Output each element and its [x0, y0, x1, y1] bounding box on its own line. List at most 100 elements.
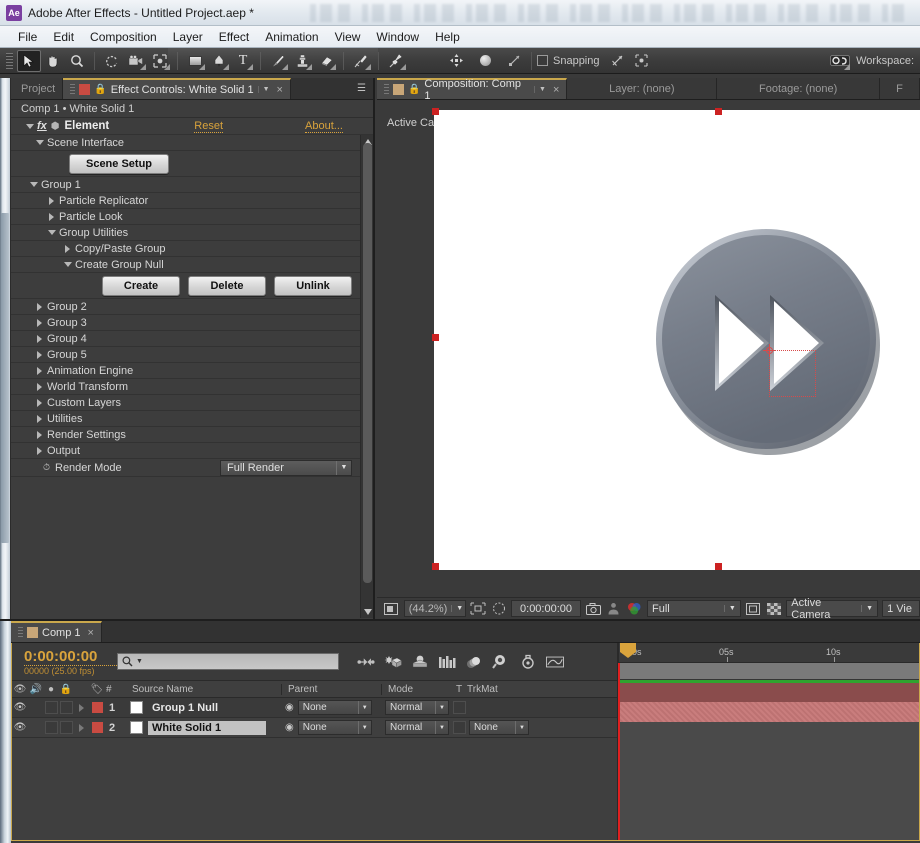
close-icon[interactable]: × [88, 627, 94, 639]
toolbar-grip[interactable] [6, 52, 13, 69]
puppet-pin-tool-icon[interactable] [384, 50, 408, 72]
tab-flowchart[interactable]: F [880, 78, 920, 99]
menu-view[interactable]: View [327, 28, 369, 46]
twirl-right-icon[interactable] [35, 366, 44, 375]
section-particle-look[interactable]: Particle Look [11, 209, 373, 225]
effect-header-element[interactable]: fx ⬢ Element Reset About... [11, 118, 373, 135]
graph-editor-curves-icon[interactable] [492, 653, 510, 671]
section-group-1[interactable]: Group 1 [11, 177, 373, 193]
camera-tool-icon[interactable] [124, 50, 148, 72]
show-snapshot-icon[interactable] [606, 601, 623, 617]
render-mode-dropdown[interactable]: Full Render ▼ [220, 459, 352, 476]
twirl-right-icon[interactable] [35, 382, 44, 391]
blend-mode-dropdown[interactable]: Normal ▼ [385, 720, 449, 735]
local-axis-icon[interactable] [502, 50, 526, 72]
tab-layer[interactable]: Layer: (none) [567, 78, 718, 99]
about-link[interactable]: About... [305, 120, 343, 133]
layer-video-toggle-icon[interactable]: 👁 [12, 702, 28, 713]
tab-timeline-comp1[interactable]: Comp 1 × [11, 621, 102, 642]
twirl-right-icon[interactable] [47, 196, 56, 205]
twirl-right-icon[interactable] [35, 334, 44, 343]
track-matte-dropdown[interactable]: None ▼ [469, 720, 529, 735]
chevron-down-icon[interactable]: ▼ [136, 658, 143, 665]
selection-handle-middle-left[interactable] [432, 334, 439, 341]
menu-window[interactable]: Window [368, 28, 427, 46]
lock-icon[interactable]: 🔒 [408, 84, 420, 95]
selection-handle-top-left[interactable] [432, 108, 439, 115]
hide-shy-layers-icon[interactable] [411, 653, 429, 671]
timeline-ruler[interactable]: 0s 05s 10s [618, 643, 919, 679]
snap-arrow-icon[interactable] [606, 50, 630, 72]
anchor-point-icon[interactable] [763, 344, 776, 357]
section-animation-engine[interactable]: Animation Engine [11, 363, 373, 379]
twirl-down-icon[interactable] [63, 260, 72, 269]
chevron-down-icon[interactable]: ▼ [357, 721, 371, 734]
region-of-interest-icon[interactable] [745, 601, 762, 617]
comp-canvas[interactable] [432, 108, 920, 570]
close-icon[interactable]: × [277, 84, 283, 96]
twirl-right-icon[interactable] [63, 244, 72, 253]
menu-effect[interactable]: Effect [211, 28, 257, 46]
hand-tool-icon[interactable] [41, 50, 65, 72]
twirl-down-icon[interactable] [25, 122, 34, 131]
timeline-left-strip[interactable] [0, 621, 11, 843]
reset-link[interactable]: Reset [194, 120, 224, 133]
close-icon[interactable]: × [553, 84, 559, 96]
brainstorm-icon[interactable] [519, 653, 537, 671]
anchor-point-bounding-box[interactable] [769, 350, 816, 397]
draft-3d-icon[interactable] [384, 653, 402, 671]
pen-tool-icon[interactable] [207, 50, 231, 72]
search-input[interactable]: ▼ [117, 653, 339, 670]
section-group-3[interactable]: Group 3 [11, 315, 373, 331]
layer-name[interactable]: Group 1 Null [148, 701, 222, 715]
layer-solo-box[interactable] [44, 701, 58, 714]
layer-lock-box[interactable] [59, 701, 73, 714]
twirl-right-icon[interactable] [35, 398, 44, 407]
section-copy-paste-group[interactable]: Copy/Paste Group [11, 241, 373, 257]
chevron-down-icon[interactable]: ▼ [435, 721, 448, 734]
column-video-toggle-icon[interactable]: 👁 [12, 684, 28, 695]
section-group-5[interactable]: Group 5 [11, 347, 373, 363]
section-scene-interface[interactable]: Scene Interface [11, 135, 373, 151]
tab-project[interactable]: Project [11, 78, 64, 99]
brush-tool-icon[interactable] [266, 50, 290, 72]
column-solo-toggle-icon[interactable]: ● [44, 684, 58, 695]
view-mode-dropdown[interactable]: Active Camera ▼ [786, 597, 879, 621]
column-lock-toggle-icon[interactable]: 🔒 [58, 684, 74, 695]
stopwatch-icon[interactable]: ⏱ [41, 462, 52, 473]
layer-lock-box[interactable] [59, 721, 73, 734]
chevron-down-icon[interactable]: ▼ [257, 86, 270, 93]
menu-composition[interactable]: Composition [82, 28, 165, 46]
effect-controls-scrollbar[interactable] [360, 135, 373, 618]
section-group-4[interactable]: Group 4 [11, 331, 373, 347]
panel-menu-icon[interactable]: ☰ [350, 78, 373, 99]
composition-viewer[interactable]: Active Camera [377, 100, 920, 597]
type-tool-icon[interactable]: T [231, 50, 255, 72]
tab-effect-controls[interactable]: 🔒 Effect Controls: White Solid 1 ▼ × [63, 78, 291, 99]
snap-target-icon[interactable] [630, 50, 654, 72]
twirl-right-icon[interactable] [35, 302, 44, 311]
motion-blur-icon[interactable] [465, 653, 483, 671]
twirl-right-icon[interactable] [35, 350, 44, 359]
twirl-down-icon[interactable] [35, 138, 44, 147]
twirl-down-icon[interactable] [29, 180, 38, 189]
twirl-right-icon[interactable] [47, 212, 56, 221]
eraser-tool-icon[interactable] [314, 50, 338, 72]
menu-layer[interactable]: Layer [165, 28, 211, 46]
left-scrollbar-thumb[interactable] [1, 213, 9, 543]
chevron-down-icon[interactable]: ▼ [534, 86, 546, 93]
current-time-indicator-line[interactable] [618, 663, 620, 840]
search-field[interactable] [145, 655, 338, 668]
chevron-down-icon[interactable]: ▼ [336, 460, 351, 475]
menu-animation[interactable]: Animation [257, 28, 326, 46]
scroll-down-arrow-icon[interactable] [361, 605, 373, 618]
layer-video-toggle-icon[interactable]: 👁 [12, 722, 28, 733]
layer-duration-bar-2[interactable] [618, 702, 919, 722]
snapping-checkbox[interactable] [537, 55, 548, 66]
selection-tool-icon[interactable] [17, 49, 41, 72]
timeline-graph-area[interactable] [618, 663, 919, 840]
selection-handle-bottom-left[interactable] [432, 563, 439, 570]
toggle-grid-guides-icon[interactable] [470, 601, 487, 617]
layer-label-color-icon[interactable] [91, 722, 103, 733]
layer-preserve-transparency-box[interactable] [452, 721, 466, 734]
